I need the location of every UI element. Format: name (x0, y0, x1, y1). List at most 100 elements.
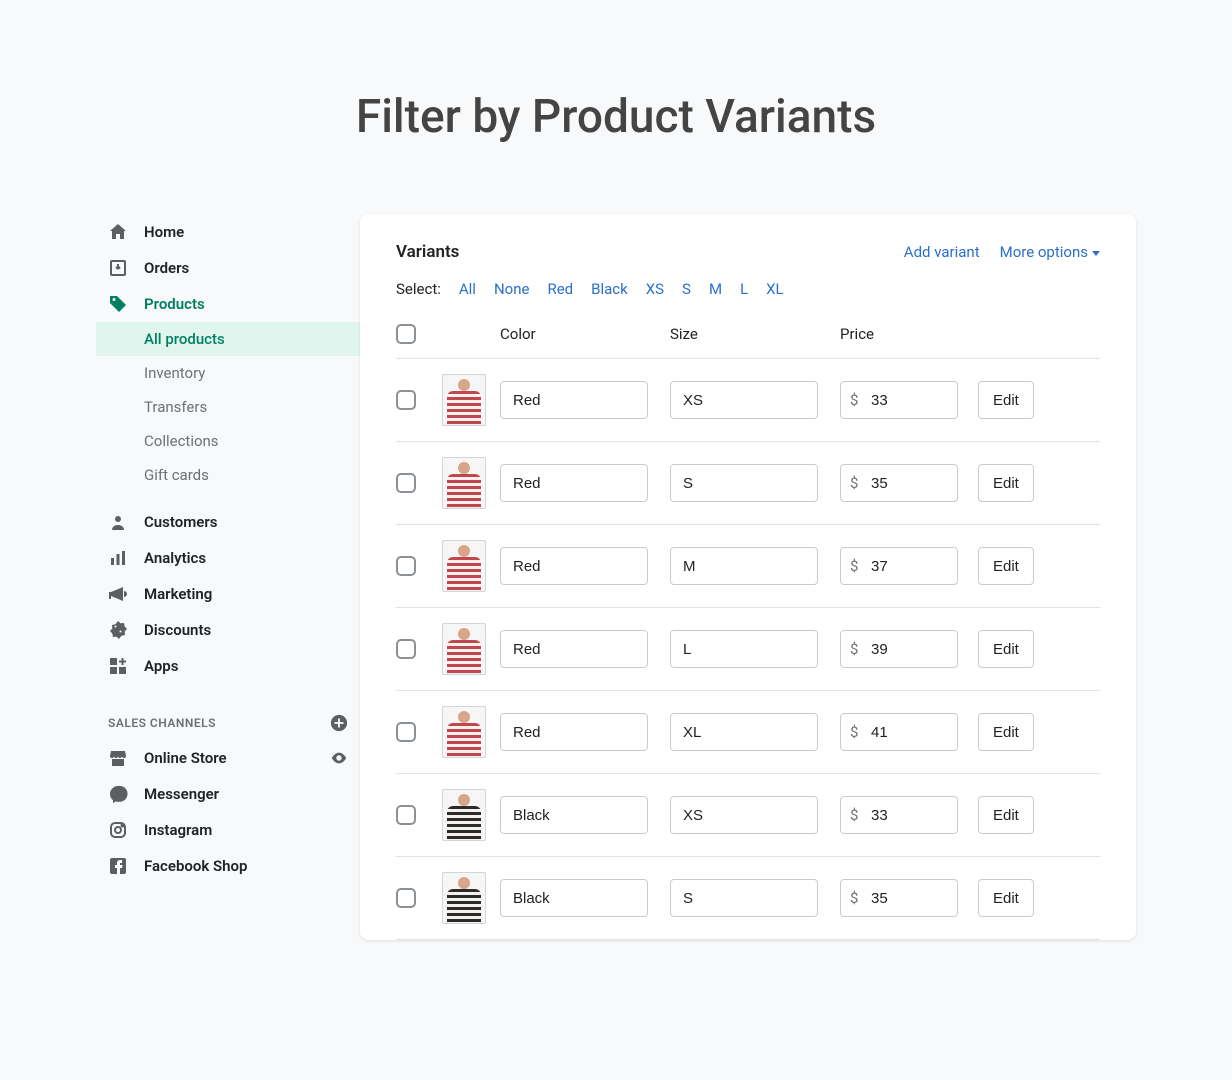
products-icon (108, 294, 128, 314)
variants-card: Variants Add variant More options Select… (360, 214, 1136, 940)
add-channel-icon[interactable] (330, 714, 348, 732)
variant-color-input[interactable] (500, 547, 648, 585)
sidebar-item-label: Home (144, 223, 184, 241)
currency-symbol: $ (850, 889, 858, 907)
sidebar-item-label: Facebook Shop (144, 857, 247, 875)
variant-color-input[interactable] (500, 464, 648, 502)
customers-icon (108, 512, 128, 532)
edit-variant-button[interactable]: Edit (978, 630, 1034, 668)
variant-thumbnail[interactable] (442, 789, 486, 841)
select-filter-s[interactable]: S (682, 280, 691, 298)
home-icon (108, 222, 128, 242)
sidebar-item-customers[interactable]: Customers (96, 504, 360, 540)
variant-checkbox[interactable] (396, 888, 416, 908)
column-color-header: Color (500, 325, 670, 343)
variant-color-input[interactable] (500, 713, 648, 751)
variants-table-header: Color Size Price (396, 314, 1100, 359)
edit-variant-button[interactable]: Edit (978, 879, 1034, 917)
sidebar-channel-online-store[interactable]: Online Store (96, 740, 360, 776)
variant-checkbox[interactable] (396, 805, 416, 825)
variant-size-input[interactable] (670, 464, 818, 502)
select-filter-xs[interactable]: XS (646, 280, 664, 298)
variant-thumbnail[interactable] (442, 457, 486, 509)
variant-row: $ Edit (396, 774, 1100, 857)
variant-color-input[interactable] (500, 630, 648, 668)
select-filter-none[interactable]: None (494, 280, 530, 298)
variant-color-input[interactable] (500, 381, 648, 419)
variant-thumbnail[interactable] (442, 540, 486, 592)
sidebar-item-label: Messenger (144, 785, 219, 803)
variant-checkbox[interactable] (396, 473, 416, 493)
variant-checkbox[interactable] (396, 639, 416, 659)
sidebar-sub-collections[interactable]: Collections (96, 424, 360, 458)
select-filter-l[interactable]: L (740, 280, 748, 298)
sidebar-item-label: Marketing (144, 585, 212, 603)
variant-size-input[interactable] (670, 713, 818, 751)
variant-row: $ Edit (396, 525, 1100, 608)
sidebar-item-discounts[interactable]: Discounts (96, 612, 360, 648)
variant-size-input[interactable] (670, 381, 818, 419)
variant-size-input[interactable] (670, 630, 818, 668)
discounts-icon (108, 620, 128, 640)
select-filter-m[interactable]: M (709, 280, 722, 298)
sidebar-item-label: Orders (144, 259, 189, 277)
variant-checkbox[interactable] (396, 722, 416, 742)
sales-channels-header: SALES CHANNELS (96, 684, 360, 740)
edit-variant-button[interactable]: Edit (978, 464, 1034, 502)
edit-variant-button[interactable]: Edit (978, 381, 1034, 419)
column-price-header: Price (840, 325, 978, 343)
sidebar-item-products[interactable]: Products (96, 286, 360, 322)
variant-row: $ Edit (396, 857, 1100, 940)
edit-variant-button[interactable]: Edit (978, 796, 1034, 834)
variant-thumbnail[interactable] (442, 872, 486, 924)
sidebar-sub-transfers[interactable]: Transfers (96, 390, 360, 424)
select-filter-all[interactable]: All (459, 280, 476, 298)
sidebar-sub-all-products[interactable]: All products (96, 322, 360, 356)
store-icon (108, 748, 128, 768)
sidebar-item-analytics[interactable]: Analytics (96, 540, 360, 576)
sidebar: Home Orders Products All products Invent… (96, 214, 360, 940)
variant-color-input[interactable] (500, 879, 648, 917)
variant-thumbnail[interactable] (442, 706, 486, 758)
column-size-header: Size (670, 325, 840, 343)
select-filter-xl[interactable]: XL (766, 280, 783, 298)
edit-variant-button[interactable]: Edit (978, 547, 1034, 585)
edit-variant-button[interactable]: Edit (978, 713, 1034, 751)
currency-symbol: $ (850, 474, 858, 492)
eye-icon[interactable] (330, 749, 348, 767)
sidebar-sub-inventory[interactable]: Inventory (96, 356, 360, 390)
currency-symbol: $ (850, 723, 858, 741)
select-filter-black[interactable]: Black (591, 280, 628, 298)
variant-row: $ Edit (396, 359, 1100, 442)
orders-icon (108, 258, 128, 278)
variant-checkbox[interactable] (396, 556, 416, 576)
currency-symbol: $ (850, 391, 858, 409)
sidebar-item-apps[interactable]: Apps (96, 648, 360, 684)
variant-color-input[interactable] (500, 796, 648, 834)
sidebar-item-label: Customers (144, 513, 217, 531)
variant-thumbnail[interactable] (442, 623, 486, 675)
variant-size-input[interactable] (670, 547, 818, 585)
select-filter-red[interactable]: Red (547, 280, 573, 298)
sidebar-channel-instagram[interactable]: Instagram (96, 812, 360, 848)
variant-thumbnail[interactable] (442, 374, 486, 426)
sidebar-sub-gift-cards[interactable]: Gift cards (96, 458, 360, 492)
analytics-icon (108, 548, 128, 568)
sidebar-channel-facebook-shop[interactable]: Facebook Shop (96, 848, 360, 884)
currency-symbol: $ (850, 557, 858, 575)
sidebar-channel-messenger[interactable]: Messenger (96, 776, 360, 812)
select-all-checkbox[interactable] (396, 324, 416, 344)
more-options-button[interactable]: More options (1000, 243, 1100, 261)
sidebar-item-label: Discounts (144, 621, 211, 639)
sidebar-item-home[interactable]: Home (96, 214, 360, 250)
sidebar-item-label: Online Store (144, 749, 227, 767)
select-label: Select: (396, 280, 441, 298)
add-variant-button[interactable]: Add variant (904, 243, 980, 261)
variant-size-input[interactable] (670, 796, 818, 834)
select-filter-row: Select: All None Red Black XS S M L XL (396, 280, 1100, 298)
sidebar-item-orders[interactable]: Orders (96, 250, 360, 286)
sidebar-item-marketing[interactable]: Marketing (96, 576, 360, 612)
variant-checkbox[interactable] (396, 390, 416, 410)
instagram-icon (108, 820, 128, 840)
variant-size-input[interactable] (670, 879, 818, 917)
